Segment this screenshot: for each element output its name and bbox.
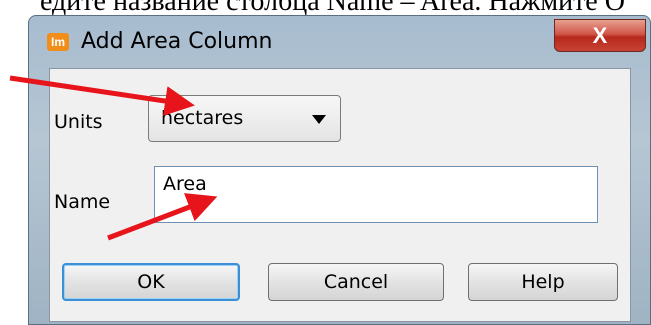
annotation-arrows bbox=[9, 75, 218, 241]
arrow-to-name-input bbox=[107, 193, 218, 241]
arrow-to-units-dropdown bbox=[9, 75, 195, 116]
